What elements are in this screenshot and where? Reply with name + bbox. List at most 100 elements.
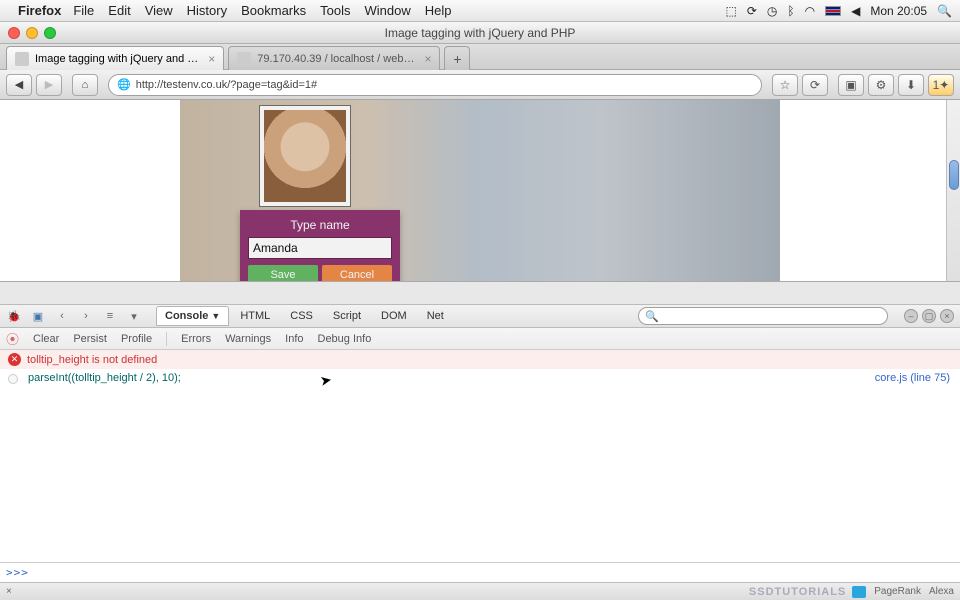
menu-history[interactable]: History	[187, 3, 227, 18]
tagged-photo[interactable]: Type name Save Cancel	[180, 100, 780, 281]
browser-tab-active[interactable]: Image tagging with jQuery and … ×	[6, 46, 224, 70]
panel-script[interactable]: Script	[324, 306, 370, 326]
prompt-icon: >>>	[6, 566, 29, 579]
wifi-icon[interactable]: ◠	[805, 4, 815, 18]
browser-tab[interactable]: 79.170.40.39 / localhost / web… ×	[228, 46, 440, 70]
bookmark-button[interactable]: ☆	[772, 74, 798, 96]
timemachine-icon[interactable]: ◷	[767, 4, 777, 18]
error-icon: ✕	[8, 353, 21, 366]
console-code-row[interactable]: parseInt((tolltip_height / 2), 10);	[0, 369, 960, 387]
tab-label: Image tagging with jQuery and …	[35, 53, 198, 65]
panel-css[interactable]: CSS	[281, 306, 322, 326]
sync-icon[interactable]: ⟳	[747, 4, 757, 18]
prev-icon[interactable]: ‹	[54, 308, 70, 324]
app-menu[interactable]: Firefox	[18, 3, 61, 18]
lines-icon[interactable]: ≡	[102, 308, 118, 324]
panel-html[interactable]: HTML	[231, 306, 279, 326]
dropdown-icon[interactable]: ▾	[126, 308, 142, 324]
profile-button[interactable]: Profile	[121, 333, 152, 345]
menu-edit[interactable]: Edit	[108, 3, 130, 18]
popout-panel-button[interactable]: ▢	[922, 309, 936, 323]
minimize-panel-button[interactable]: –	[904, 309, 918, 323]
alexa-label[interactable]: Alexa	[929, 586, 954, 597]
scrollbar-thumb[interactable]	[949, 160, 959, 190]
page-content: Type name Save Cancel	[0, 100, 960, 282]
volume-icon[interactable]: ◀	[851, 4, 860, 18]
dropbox-icon[interactable]: ⬚	[726, 4, 737, 18]
panel-net[interactable]: Net	[418, 306, 453, 326]
errors-filter[interactable]: Errors	[181, 333, 211, 345]
info-filter[interactable]: Info	[285, 333, 303, 345]
clock[interactable]: Mon 20:05	[870, 4, 927, 18]
close-tab-icon[interactable]: ×	[208, 52, 215, 66]
firebug-icon[interactable]: 🐞	[6, 308, 22, 324]
menu-help[interactable]: Help	[425, 3, 452, 18]
menu-window[interactable]: Window	[365, 3, 411, 18]
browser-window: Image tagging with jQuery and PHP Image …	[0, 22, 960, 600]
console-commandline[interactable]: >>>	[0, 562, 960, 582]
input-flag-icon[interactable]	[825, 6, 841, 16]
window-titlebar[interactable]: Image tagging with jQuery and PHP	[0, 22, 960, 44]
error-message: tolltip_height is not defined	[27, 354, 157, 366]
face-selection-box[interactable]	[260, 106, 350, 206]
minimize-window-button[interactable]	[26, 27, 38, 39]
breakpoint-icon[interactable]	[8, 374, 18, 384]
bluetooth-icon[interactable]: ᛒ	[787, 4, 794, 18]
menu-bookmarks[interactable]: Bookmarks	[241, 3, 306, 18]
break-icon[interactable]: ⦿	[6, 329, 19, 348]
forward-button[interactable]: ▶	[36, 74, 62, 96]
menu-file[interactable]: File	[73, 3, 94, 18]
firebug-search[interactable]: 🔍	[638, 307, 888, 325]
watermark-logo: SSDTUTORIALS	[749, 586, 846, 598]
url-value: http://testenv.co.uk/?page=tag&id=1#	[136, 79, 317, 91]
onepassword-button[interactable]: ▣	[838, 74, 864, 96]
spotlight-icon[interactable]: 🔍	[937, 4, 952, 18]
panel-console[interactable]: Console▼	[156, 306, 229, 326]
tab-strip: Image tagging with jQuery and … × 79.170…	[0, 44, 960, 70]
warnings-filter[interactable]: Warnings	[225, 333, 271, 345]
save-button[interactable]: Save	[248, 265, 318, 282]
next-icon[interactable]: ›	[78, 308, 94, 324]
close-window-button[interactable]	[8, 27, 20, 39]
reload-button[interactable]: ⟳	[802, 74, 828, 96]
statusbar-indicator-icon[interactable]	[852, 586, 866, 598]
tab-label: 79.170.40.39 / localhost / web…	[257, 53, 414, 65]
mouse-cursor-icon: ➤	[319, 371, 334, 390]
home-button[interactable]: ⌂	[72, 74, 98, 96]
window-title: Image tagging with jQuery and PHP	[0, 26, 960, 40]
persist-button[interactable]: Persist	[73, 333, 107, 345]
firebug-panel: 🐞 ▣ ‹ › ≡ ▾ Console▼ HTML CSS Script DOM…	[0, 304, 960, 582]
console-output[interactable]: ✕ tolltip_height is not defined parseInt…	[0, 350, 960, 562]
source-link[interactable]: core.js (line 75)	[875, 372, 950, 384]
downloads-button[interactable]: ⬇	[898, 74, 924, 96]
debuginfo-filter[interactable]: Debug Info	[318, 333, 372, 345]
menu-tools[interactable]: Tools	[320, 3, 350, 18]
new-tab-button[interactable]: +	[444, 46, 470, 70]
name-input[interactable]	[248, 237, 392, 259]
page-scrollbar[interactable]	[946, 100, 960, 281]
addon-button[interactable]: 1✦	[928, 74, 954, 96]
status-bar: × SSDTUTORIALS PageRank Alexa	[0, 582, 960, 600]
favicon-icon	[237, 52, 251, 66]
macos-menubar: Firefox File Edit View History Bookmarks…	[0, 0, 960, 22]
console-error-row[interactable]: ✕ tolltip_height is not defined	[0, 350, 960, 369]
menu-view[interactable]: View	[145, 3, 173, 18]
url-bar[interactable]: 🌐 http://testenv.co.uk/?page=tag&id=1#	[108, 74, 762, 96]
nav-toolbar: ◀ ▶ ⌂ 🌐 http://testenv.co.uk/?page=tag&i…	[0, 70, 960, 100]
panel-dom[interactable]: DOM	[372, 306, 416, 326]
pagerank-label[interactable]: PageRank	[874, 586, 921, 597]
zoom-window-button[interactable]	[44, 27, 56, 39]
inspect-icon[interactable]: ▣	[30, 308, 46, 324]
globe-icon: 🌐	[117, 78, 131, 91]
back-button[interactable]: ◀	[6, 74, 32, 96]
statusbar-close-icon[interactable]: ×	[6, 586, 12, 597]
firebug-toolbar: 🐞 ▣ ‹ › ≡ ▾ Console▼ HTML CSS Script DOM…	[0, 304, 960, 328]
console-subtoolbar: ⦿ Clear Persist Profile Errors Warnings …	[0, 328, 960, 350]
close-panel-button[interactable]: ×	[940, 309, 954, 323]
tag-tooltip: Type name Save Cancel	[240, 210, 400, 282]
cancel-button[interactable]: Cancel	[322, 265, 392, 282]
gear-button[interactable]: ⚙	[868, 74, 894, 96]
tooltip-label: Type name	[248, 218, 392, 232]
close-tab-icon[interactable]: ×	[424, 52, 431, 66]
clear-button[interactable]: Clear	[33, 333, 59, 345]
